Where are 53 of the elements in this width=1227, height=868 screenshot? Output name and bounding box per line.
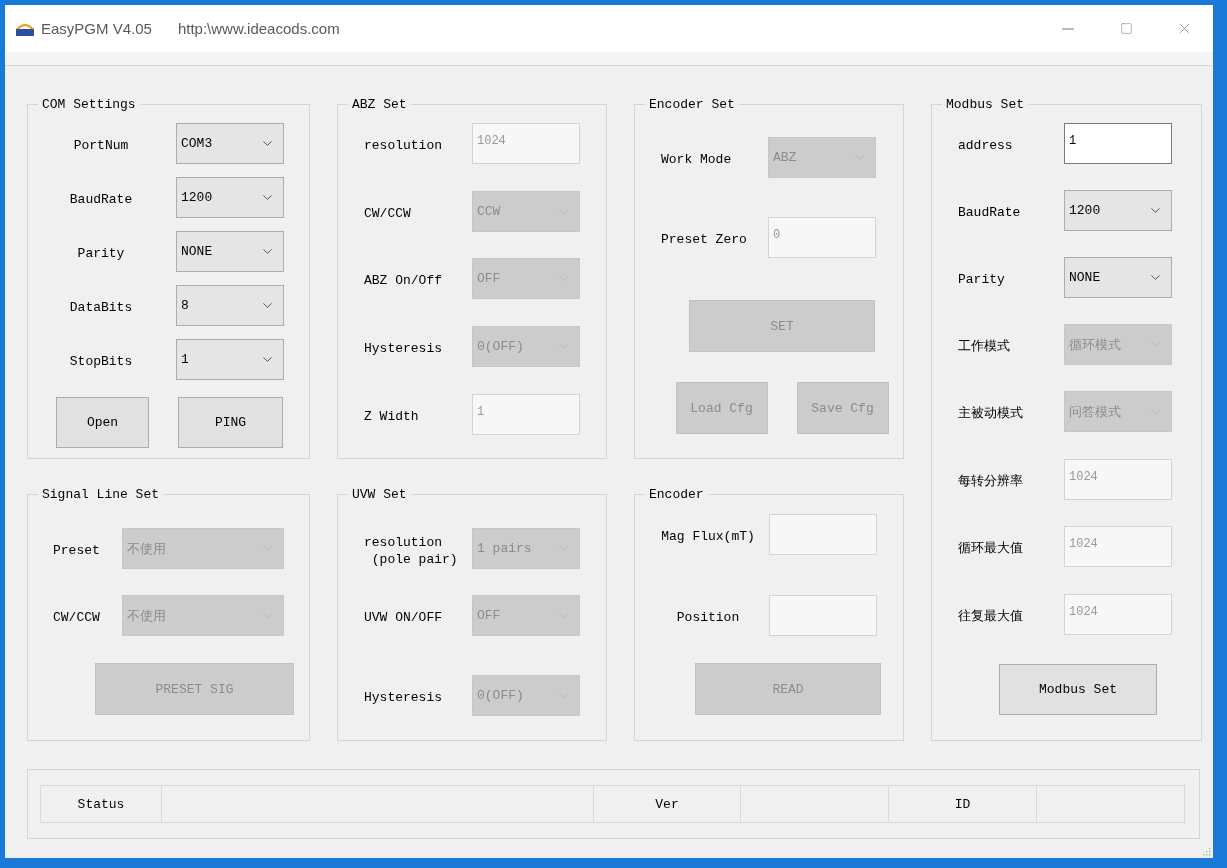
field-label: address: [958, 137, 1014, 154]
action-button[interactable]: Open: [56, 397, 149, 448]
dropdown[interactable]: NONE: [176, 231, 284, 272]
field-label: BaudRate: [958, 204, 1022, 221]
group-title: Signal Line Set: [41, 487, 161, 502]
dropdown[interactable]: 1200: [176, 177, 284, 218]
field-label: BaudRate: [68, 191, 134, 208]
field-label: UVW ON/OFF: [364, 609, 443, 626]
field-label: 工作模式: [958, 338, 1011, 355]
window-title: EasyPGM V4.05: [41, 20, 152, 37]
status-field-label: ID: [888, 785, 1037, 823]
dropdown[interactable]: NONE: [1064, 257, 1172, 298]
maximize-icon: [1119, 22, 1133, 35]
field-label: Parity: [76, 245, 126, 262]
action-button[interactable]: PING: [178, 397, 283, 448]
minimize-icon: [1062, 27, 1074, 30]
dropdown[interactable]: COM3: [176, 123, 284, 164]
group-title: COM Settings: [41, 97, 137, 112]
field-label: StopBits: [68, 353, 134, 370]
field-label: CW/CCW: [364, 205, 412, 222]
website-url: http:\www.ideacods.com: [177, 20, 340, 37]
group-title: Encoder: [648, 487, 705, 502]
group-title: UVW Set: [351, 487, 408, 502]
group-title: ABZ Set: [351, 97, 408, 112]
field-label: CW/CCW: [53, 609, 101, 626]
size-grip-icon: [1203, 848, 1211, 856]
field-label: PortNum: [72, 137, 130, 154]
field-label: Z Width: [364, 408, 420, 425]
group-title: Modbus Set: [945, 97, 1025, 112]
field-label: Preset Zero: [661, 231, 748, 248]
dropdown[interactable]: 1200: [1064, 190, 1172, 231]
field-label: 往复最大值: [958, 608, 1024, 625]
action-button[interactable]: Modbus Set: [999, 664, 1157, 715]
field-label: resolution: [364, 137, 443, 154]
field-label: Position: [675, 609, 741, 626]
field-label: Preset: [53, 542, 101, 559]
group-title: Encoder Set: [648, 97, 736, 112]
field-label: Hysteresis: [364, 340, 443, 357]
dropdown[interactable]: 1: [176, 339, 284, 380]
dropdown[interactable]: 8: [176, 285, 284, 326]
input-field[interactable]: 1: [1064, 123, 1172, 164]
status-field-label: Ver: [593, 785, 741, 823]
field-label: ABZ On/Off: [364, 272, 443, 289]
field-label: Parity: [958, 271, 1006, 288]
status-field-label: Status: [40, 785, 162, 823]
field-label: Mag Flux(mT): [660, 528, 756, 545]
field-label: 每转分辨率: [958, 473, 1024, 490]
field-label: DataBits: [68, 299, 134, 316]
field-label: Work Mode: [661, 151, 733, 168]
field-label: 循环最大值: [958, 540, 1024, 557]
field-label: 主被动模式: [958, 405, 1024, 422]
field-label: resolution (pole pair): [364, 533, 459, 568]
field-label: Hysteresis: [364, 689, 443, 706]
